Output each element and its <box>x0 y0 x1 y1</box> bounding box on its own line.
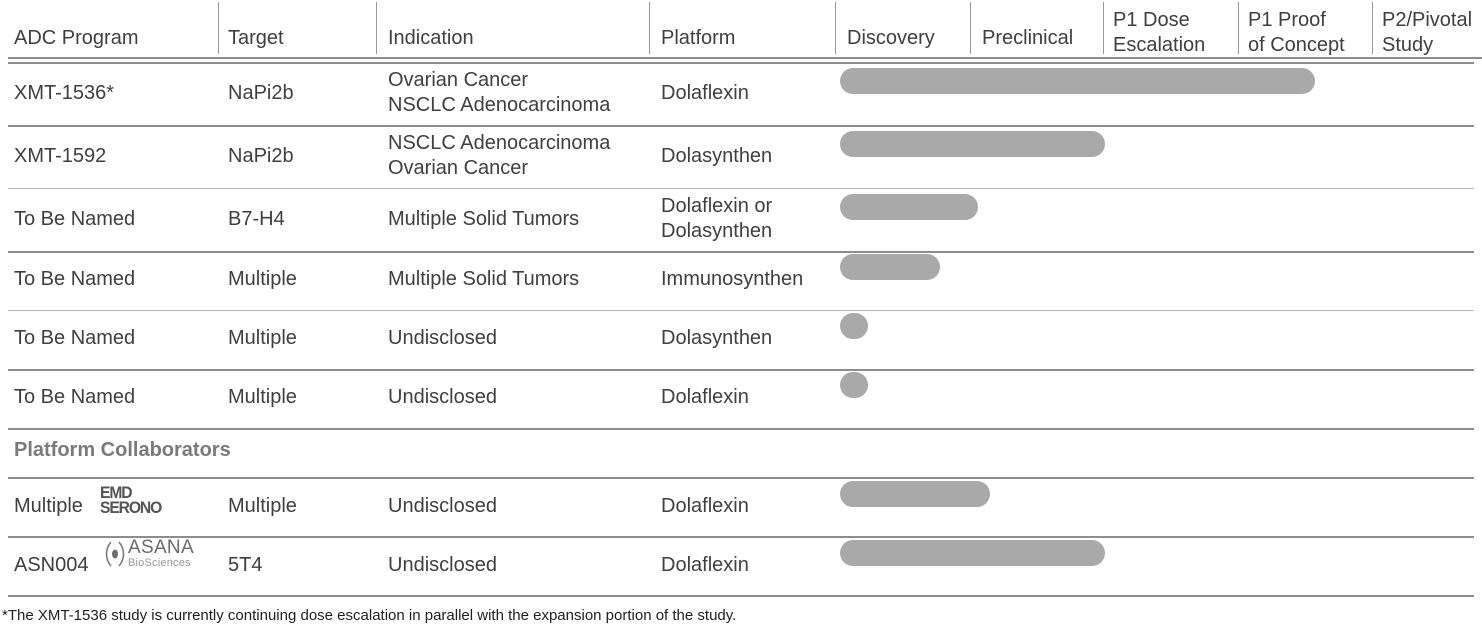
row-separator <box>8 536 1474 538</box>
cell-target: Multiple <box>228 326 297 351</box>
row-separator <box>8 477 1474 479</box>
column-header-p2-pivotal-study: P2/Pivotal Study <box>1382 8 1472 58</box>
cell-program: To Be Named <box>14 326 135 351</box>
footnote-text: *The XMT-1536 study is currently continu… <box>2 606 736 626</box>
cell-program: To Be Named <box>14 385 135 410</box>
header-column-divider <box>1372 2 1373 54</box>
progress-bar <box>840 131 1105 157</box>
column-header-p1-dose-escalation: P1 Dose Escalation <box>1113 8 1205 58</box>
cell-program: Multiple <box>14 494 83 519</box>
header-column-divider <box>835 2 836 54</box>
row-separator <box>8 428 1474 430</box>
cell-program: XMT-1592 <box>14 144 106 169</box>
header-column-divider <box>1103 2 1104 54</box>
cell-indication: Undisclosed <box>388 326 497 351</box>
cell-platform: Dolaflexin <box>661 553 749 578</box>
asana-logo-line2: BioSciences <box>128 558 194 569</box>
header-column-divider <box>1238 2 1239 54</box>
column-header-target: Target <box>228 26 284 51</box>
header-column-divider <box>376 2 377 54</box>
emd-serono-logo: EMDSERONO <box>100 485 161 515</box>
column-header-adc-program: ADC Program <box>14 26 138 51</box>
cell-platform: Dolasynthen <box>661 326 772 351</box>
pipeline-chart: ADC Program Target Indication Platform Disco… <box>0 0 1482 629</box>
cell-target: B7-H4 <box>228 207 285 232</box>
column-header-indication: Indication <box>388 26 474 51</box>
cell-platform: Dolaflexin <box>661 385 749 410</box>
progress-bar <box>840 194 978 220</box>
cell-indication: Undisclosed <box>388 385 497 410</box>
cell-platform: Dolaflexin <box>661 494 749 519</box>
section-header-platform-collaborators: Platform Collaborators <box>14 438 231 463</box>
cell-indication: Multiple Solid Tumors <box>388 207 579 232</box>
cell-indication: Multiple Solid Tumors <box>388 267 579 292</box>
cell-program: To Be Named <box>14 267 135 292</box>
column-header-preclinical: Preclinical <box>982 26 1073 51</box>
progress-bar <box>840 254 940 280</box>
progress-bar <box>840 313 868 339</box>
row-separator <box>8 62 1474 64</box>
header-column-divider <box>970 2 971 54</box>
asana-logo-wordmark: ASANABioSciences <box>128 538 194 569</box>
progress-bar <box>840 540 1105 566</box>
cell-indication: Undisclosed <box>388 553 497 578</box>
column-header-platform: Platform <box>661 26 735 51</box>
cell-indication: NSCLC Adenocarcinoma Ovarian Cancer <box>388 131 610 181</box>
asana-biosciences-logo: ASANABioSciences <box>104 538 194 569</box>
row-separator <box>8 310 1474 311</box>
row-separator <box>8 369 1474 371</box>
header-column-divider <box>649 2 650 54</box>
cell-program: XMT-1536* <box>14 81 114 106</box>
row-separator <box>8 188 1474 189</box>
cell-target: 5T4 <box>228 553 262 578</box>
asana-logo-line1: ASANA <box>128 538 194 557</box>
cell-target: Multiple <box>228 267 297 292</box>
header-bottom-rule <box>8 57 1482 59</box>
progress-bar <box>840 372 868 398</box>
asana-leaf-icon <box>104 539 126 569</box>
column-header-p1-proof-of-concept: P1 Proof of Concept <box>1248 8 1345 58</box>
cell-platform: Dolaflexin <box>661 81 749 106</box>
cell-indication: Undisclosed <box>388 494 497 519</box>
cell-platform: Immunosynthen <box>661 267 803 292</box>
cell-platform: Dolasynthen <box>661 144 772 169</box>
cell-target: Multiple <box>228 494 297 519</box>
cell-target: NaPi2b <box>228 144 294 169</box>
row-separator <box>8 251 1474 253</box>
cell-program: To Be Named <box>14 207 135 232</box>
cell-indication: Ovarian Cancer NSCLC Adenocarcinoma <box>388 68 610 118</box>
cell-target: Multiple <box>228 385 297 410</box>
table-bottom-rule <box>8 595 1474 597</box>
cell-target: NaPi2b <box>228 81 294 106</box>
cell-program: ASN004 <box>14 553 89 578</box>
cell-platform: Dolaflexin or Dolasynthen <box>661 194 772 244</box>
progress-bar <box>840 68 1315 94</box>
emd-serono-logo-line2: SERONO <box>100 500 161 515</box>
column-header-discovery: Discovery <box>847 26 935 51</box>
row-separator <box>8 125 1474 127</box>
progress-bar <box>840 481 990 507</box>
header-column-divider <box>218 2 219 54</box>
